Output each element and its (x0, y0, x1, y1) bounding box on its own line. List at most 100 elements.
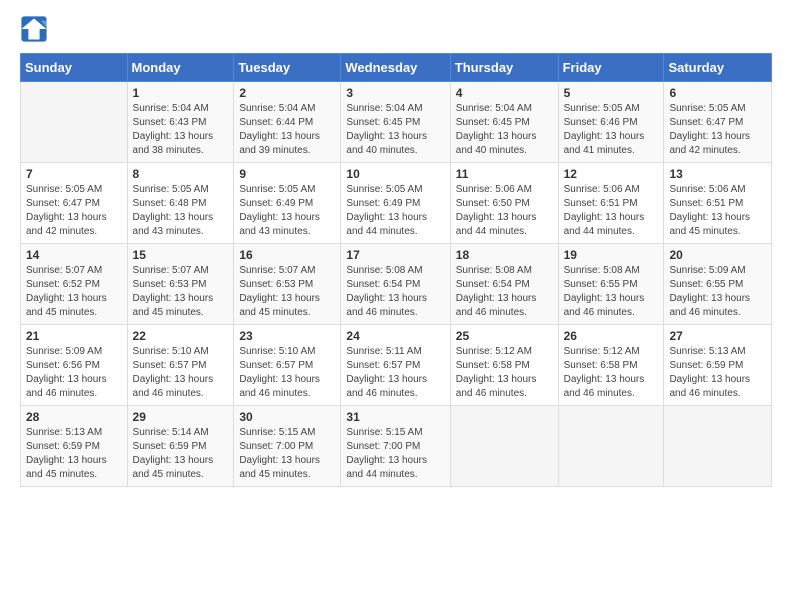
weekday-header-saturday: Saturday (664, 54, 772, 82)
calendar-cell: 10 Sunrise: 5:05 AMSunset: 6:49 PMDayligh… (341, 163, 450, 244)
day-number: 16 (239, 248, 335, 262)
calendar-cell: 11 Sunrise: 5:06 AMSunset: 6:50 PMDayligh… (450, 163, 558, 244)
day-number: 12 (564, 167, 659, 181)
day-number: 8 (133, 167, 229, 181)
day-number: 29 (133, 410, 229, 424)
calendar-cell: 24Sunrise: 5:11 AMSunset: 6:57 PMDayligh… (341, 325, 450, 406)
day-number: 23 (239, 329, 335, 343)
calendar-cell: 29 Sunrise: 5:14 AMSunset: 6:59 PMDayligh… (127, 406, 234, 487)
calendar-cell: 5 Sunrise: 5:05 AMSunset: 6:46 PMDaylight… (558, 82, 664, 163)
day-number: 26 (564, 329, 659, 343)
calendar-cell (558, 406, 664, 487)
calendar-cell (664, 406, 772, 487)
day-number: 14 (26, 248, 122, 262)
weekday-header-monday: Monday (127, 54, 234, 82)
day-info: Sunrise: 5:10 AMSunset: 6:57 PMDaylight:… (133, 345, 229, 401)
day-info: Sunrise: 5:10 AMSunset: 6:57 PMDaylight:… (239, 345, 335, 401)
day-number: 13 (669, 167, 766, 181)
calendar-week-4: 21Sunrise: 5:09 AMSunset: 6:56 PMDayligh… (21, 325, 772, 406)
day-number: 24 (346, 329, 444, 343)
day-info: Sunrise: 5:07 AMSunset: 6:53 PMDaylight:… (239, 264, 335, 320)
day-number: 1 (133, 86, 229, 100)
day-number: 17 (346, 248, 444, 262)
calendar-cell: 27 Sunrise: 5:13 AMSunset: 6:59 PMDayligh… (664, 325, 772, 406)
day-info: Sunrise: 5:09 AMSunset: 6:55 PMDaylight:… (669, 264, 766, 320)
day-info: Sunrise: 5:05 AMSunset: 6:49 PMDaylight:… (346, 183, 444, 239)
calendar-header-row: SundayMondayTuesdayWednesdayThursdayFrid… (21, 54, 772, 82)
calendar-cell: 23 Sunrise: 5:10 AMSunset: 6:57 PMDayligh… (234, 325, 341, 406)
day-info: Sunrise: 5:08 AMSunset: 6:54 PMDaylight:… (346, 264, 444, 320)
calendar-cell: 6Sunrise: 5:05 AMSunset: 6:47 PMDaylight… (664, 82, 772, 163)
day-number: 31 (346, 410, 444, 424)
day-info: Sunrise: 5:14 AMSunset: 6:59 PMDaylight:… (133, 426, 229, 482)
day-info: Sunrise: 5:05 AMSunset: 6:49 PMDaylight:… (239, 183, 335, 239)
day-info: Sunrise: 5:06 AMSunset: 6:50 PMDaylight:… (456, 183, 553, 239)
day-number: 10 (346, 167, 444, 181)
calendar-cell: 4Sunrise: 5:04 AMSunset: 6:45 PMDaylight… (450, 82, 558, 163)
day-info: Sunrise: 5:05 AMSunset: 6:46 PMDaylight:… (564, 102, 659, 158)
calendar-cell: 21Sunrise: 5:09 AMSunset: 6:56 PMDayligh… (21, 325, 128, 406)
weekday-header-wednesday: Wednesday (341, 54, 450, 82)
day-number: 20 (669, 248, 766, 262)
calendar-cell: 31 Sunrise: 5:15 AMSunset: 7:00 PMDayligh… (341, 406, 450, 487)
day-number: 19 (564, 248, 659, 262)
day-info: Sunrise: 5:13 AMSunset: 6:59 PMDaylight:… (26, 426, 122, 482)
calendar-cell: 15 Sunrise: 5:07 AMSunset: 6:53 PMDayligh… (127, 244, 234, 325)
day-number: 11 (456, 167, 553, 181)
logo (20, 15, 50, 43)
day-number: 30 (239, 410, 335, 424)
day-info: Sunrise: 5:15 AMSunset: 7:00 PMDaylight:… (346, 426, 444, 482)
day-info: Sunrise: 5:12 AMSunset: 6:58 PMDaylight:… (564, 345, 659, 401)
day-info: Sunrise: 5:05 AMSunset: 6:47 PMDaylight:… (669, 102, 766, 158)
day-number: 7 (26, 167, 122, 181)
day-info: Sunrise: 5:04 AMSunset: 6:45 PMDaylight:… (456, 102, 553, 158)
day-number: 22 (133, 329, 229, 343)
calendar-cell: 28 Sunrise: 5:13 AMSunset: 6:59 PMDayligh… (21, 406, 128, 487)
calendar-cell: 19Sunrise: 5:08 AMSunset: 6:55 PMDayligh… (558, 244, 664, 325)
day-info: Sunrise: 5:04 AMSunset: 6:44 PMDaylight:… (239, 102, 335, 158)
weekday-header-friday: Friday (558, 54, 664, 82)
calendar-cell: 7Sunrise: 5:05 AMSunset: 6:47 PMDaylight… (21, 163, 128, 244)
calendar-week-5: 28 Sunrise: 5:13 AMSunset: 6:59 PMDayligh… (21, 406, 772, 487)
day-info: Sunrise: 5:08 AMSunset: 6:54 PMDaylight:… (456, 264, 553, 320)
calendar-cell: 2 Sunrise: 5:04 AMSunset: 6:44 PMDaylight… (234, 82, 341, 163)
day-number: 3 (346, 86, 444, 100)
page: SundayMondayTuesdayWednesdayThursdayFrid… (0, 0, 792, 612)
header (20, 15, 772, 43)
calendar-cell: 18 Sunrise: 5:08 AMSunset: 6:54 PMDayligh… (450, 244, 558, 325)
calendar-cell: 12 Sunrise: 5:06 AMSunset: 6:51 PMDayligh… (558, 163, 664, 244)
day-number: 28 (26, 410, 122, 424)
day-info: Sunrise: 5:07 AMSunset: 6:52 PMDaylight:… (26, 264, 122, 320)
calendar-week-2: 7Sunrise: 5:05 AMSunset: 6:47 PMDaylight… (21, 163, 772, 244)
day-info: Sunrise: 5:09 AMSunset: 6:56 PMDaylight:… (26, 345, 122, 401)
calendar-cell (21, 82, 128, 163)
day-info: Sunrise: 5:13 AMSunset: 6:59 PMDaylight:… (669, 345, 766, 401)
day-info: Sunrise: 5:04 AMSunset: 6:45 PMDaylight:… (346, 102, 444, 158)
weekday-header-thursday: Thursday (450, 54, 558, 82)
calendar-cell: 9Sunrise: 5:05 AMSunset: 6:49 PMDaylight… (234, 163, 341, 244)
calendar-week-3: 14 Sunrise: 5:07 AMSunset: 6:52 PMDayligh… (21, 244, 772, 325)
day-number: 2 (239, 86, 335, 100)
day-number: 5 (564, 86, 659, 100)
calendar-cell: 3 Sunrise: 5:04 AMSunset: 6:45 PMDaylight… (341, 82, 450, 163)
calendar-cell: 20 Sunrise: 5:09 AMSunset: 6:55 PMDayligh… (664, 244, 772, 325)
calendar-cell: 26 Sunrise: 5:12 AMSunset: 6:58 PMDayligh… (558, 325, 664, 406)
day-info: Sunrise: 5:05 AMSunset: 6:48 PMDaylight:… (133, 183, 229, 239)
day-number: 27 (669, 329, 766, 343)
day-info: Sunrise: 5:06 AMSunset: 6:51 PMDaylight:… (564, 183, 659, 239)
day-number: 15 (133, 248, 229, 262)
calendar-cell: 1Sunrise: 5:04 AMSunset: 6:43 PMDaylight… (127, 82, 234, 163)
calendar-cell: 22 Sunrise: 5:10 AMSunset: 6:57 PMDayligh… (127, 325, 234, 406)
calendar-cell: 30Sunrise: 5:15 AMSunset: 7:00 PMDayligh… (234, 406, 341, 487)
day-number: 25 (456, 329, 553, 343)
weekday-header-tuesday: Tuesday (234, 54, 341, 82)
day-info: Sunrise: 5:06 AMSunset: 6:51 PMDaylight:… (669, 183, 766, 239)
calendar-cell: 13 Sunrise: 5:06 AMSunset: 6:51 PMDayligh… (664, 163, 772, 244)
calendar-cell: 17 Sunrise: 5:08 AMSunset: 6:54 PMDayligh… (341, 244, 450, 325)
calendar-table: SundayMondayTuesdayWednesdayThursdayFrid… (20, 53, 772, 487)
day-number: 18 (456, 248, 553, 262)
calendar-cell (450, 406, 558, 487)
calendar-cell: 25Sunrise: 5:12 AMSunset: 6:58 PMDayligh… (450, 325, 558, 406)
day-info: Sunrise: 5:07 AMSunset: 6:53 PMDaylight:… (133, 264, 229, 320)
calendar-cell: 16 Sunrise: 5:07 AMSunset: 6:53 PMDayligh… (234, 244, 341, 325)
